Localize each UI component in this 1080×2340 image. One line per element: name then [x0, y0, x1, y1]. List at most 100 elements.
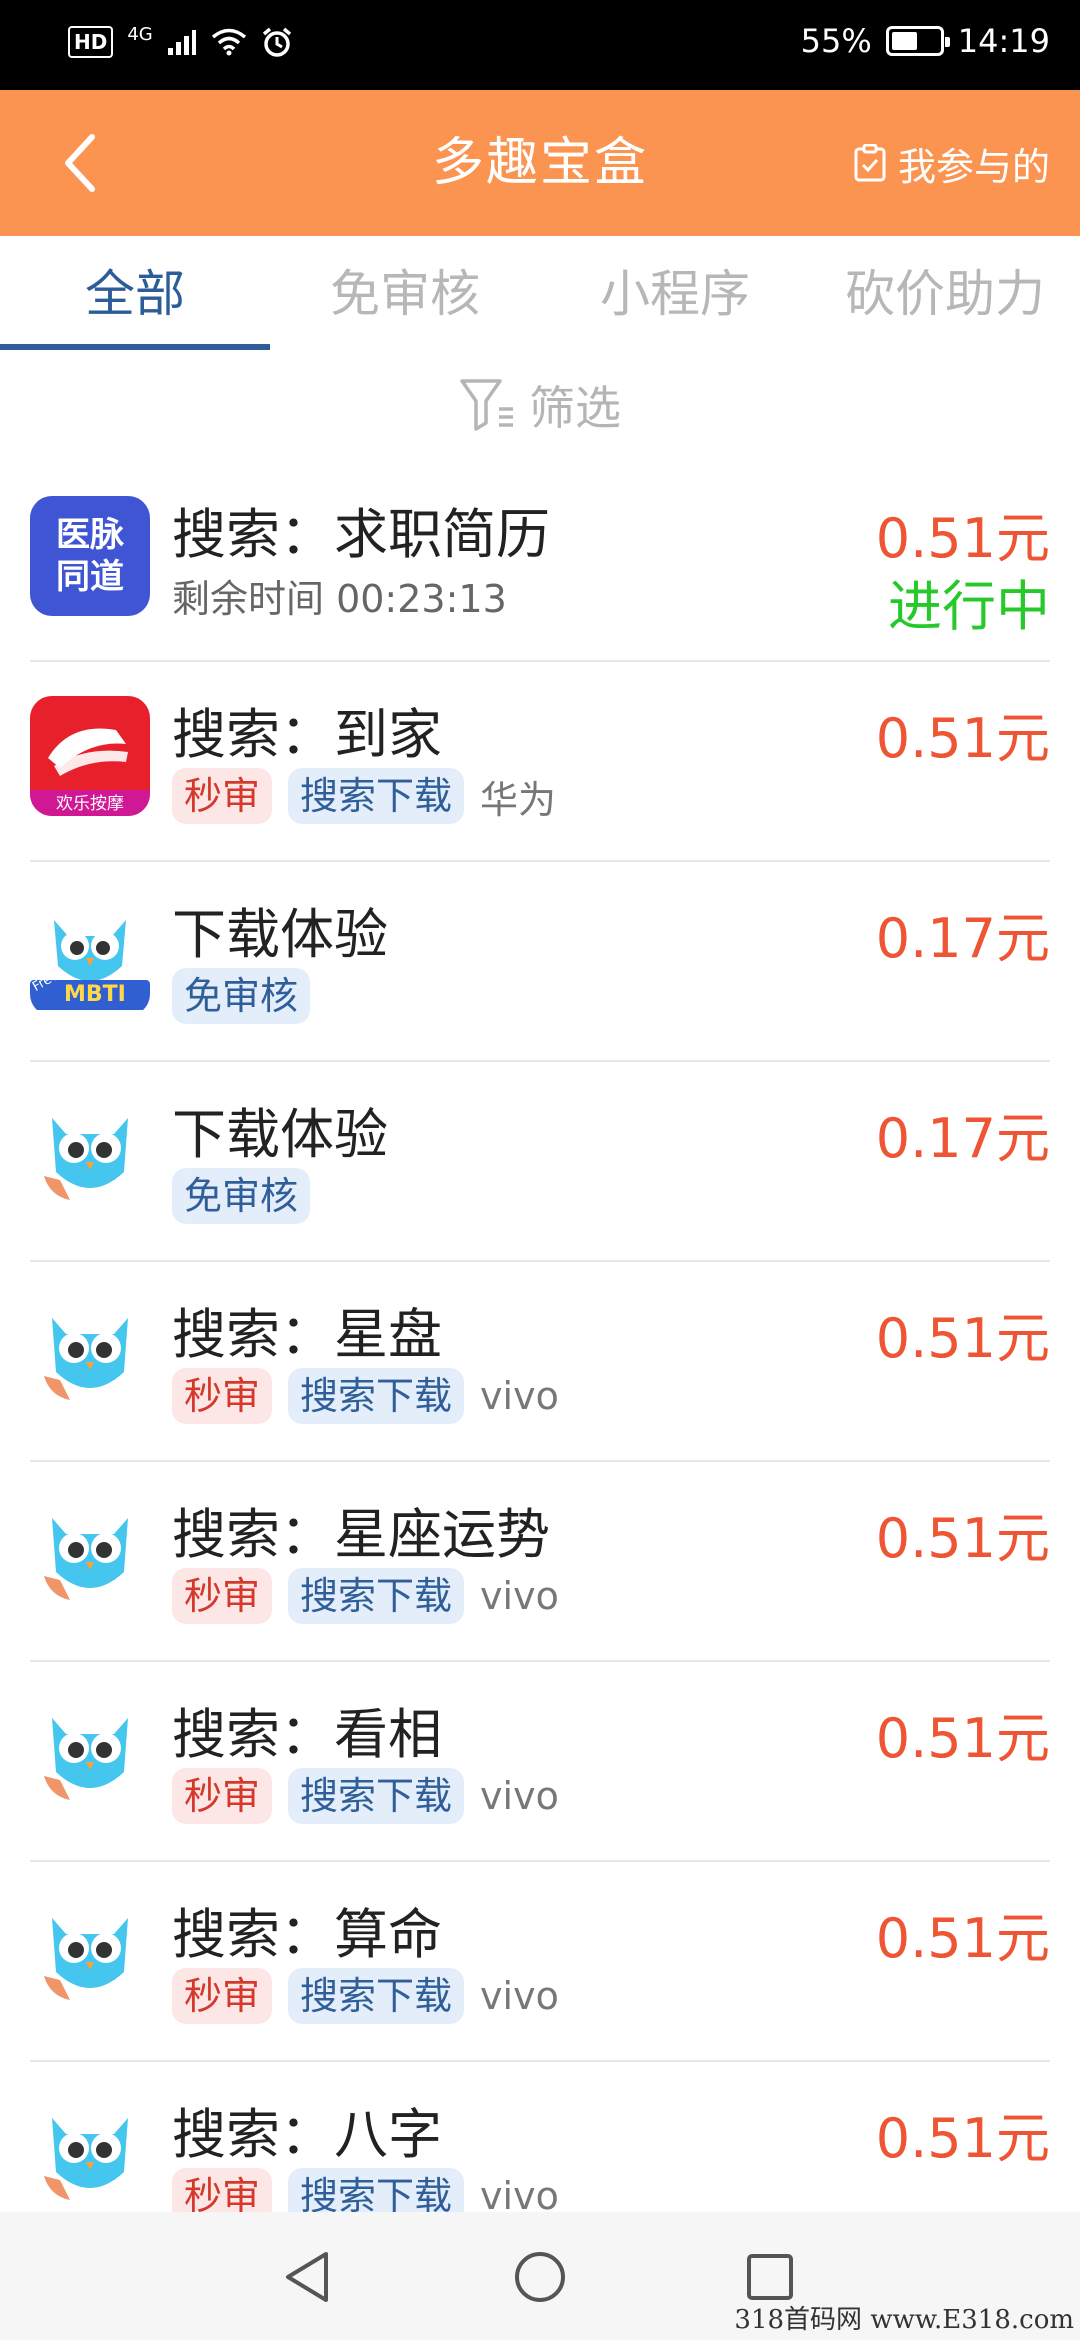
owl-icon [44, 1918, 128, 2000]
yimai-tongdao-app-icon: 医脉 同道 [30, 496, 150, 616]
tag-search-download: 搜索下载 [288, 1368, 465, 1424]
my-joined-label: 我参与的 [897, 144, 1050, 189]
circle-home-icon [515, 2252, 565, 2302]
owl-app-icon [30, 1896, 150, 2016]
platform-label: vivo [480, 1374, 559, 1418]
tab-bargain-help[interactable]: 砍价助力 [810, 236, 1080, 352]
owl-app-icon [30, 1096, 150, 1216]
tag-instant-review: 秒审 [172, 768, 273, 824]
task-item[interactable]: 欢乐按摩 搜索：到家 秒审 搜索下载 华为 0.51元 [0, 662, 1080, 862]
task-meta: 秒审 搜索下载 vivo [172, 1568, 559, 1624]
task-price: 0.51元 [875, 2107, 1050, 2170]
task-meta: 秒审 搜索下载 vivo [172, 1368, 559, 1424]
tag-instant-review: 秒审 [172, 1768, 273, 1824]
task-title: 搜索：算命 [172, 1903, 442, 1966]
task-price: 0.51元 [875, 1707, 1050, 1770]
owl-icon [44, 1118, 128, 1200]
battery-percent: 55% [800, 22, 872, 60]
my-joined-button[interactable]: 我参与的 [854, 130, 1050, 196]
filter-icon [460, 379, 513, 431]
task-list: 医脉 同道 搜索：求职简历 剩余时间 00:23:13 0.51元 进行中 欢乐… [0, 462, 1080, 2262]
owl-icon [44, 1318, 128, 1400]
tag-no-review: 免审核 [172, 1168, 311, 1224]
filter-button[interactable]: 筛选 [0, 360, 1080, 450]
task-item[interactable]: 下载体验 免审核 0.17元 [0, 1062, 1080, 1262]
alarm-icon [262, 27, 291, 57]
task-meta: 秒审 搜索下载 vivo [172, 1768, 559, 1824]
tag-search-download: 搜索下载 [288, 1968, 465, 2024]
platform-label: vivo [480, 1774, 559, 1818]
owl-app-icon [30, 2096, 150, 2216]
owl-icon [44, 2118, 128, 2200]
signal-icon [167, 30, 196, 55]
remaining-time: 剩余时间 00:23:13 [172, 577, 507, 621]
clipboard-check-icon [854, 144, 886, 182]
task-item[interactable]: Free MBTI 下载体验 免审核 0.17元 [0, 862, 1080, 1062]
nav-back-button[interactable] [272, 2242, 342, 2312]
active-tab-indicator [0, 344, 270, 350]
owl-app-icon [30, 1496, 150, 1616]
nav-home-button[interactable] [505, 2242, 575, 2312]
tag-instant-review: 秒审 [172, 1968, 273, 2024]
task-title: 搜索：星盘 [172, 1303, 442, 1366]
task-item[interactable]: 搜索：看相 秒审 搜索下载 vivo 0.51元 [0, 1662, 1080, 1862]
platform-label: vivo [480, 1974, 559, 2018]
task-price: 0.51元 [875, 1307, 1050, 1370]
task-meta: 剩余时间 00:23:13 [172, 568, 507, 623]
filter-label: 筛选 [529, 381, 621, 435]
task-item[interactable]: 搜索：算命 秒审 搜索下载 vivo 0.51元 [0, 1862, 1080, 2062]
tab-mini-program[interactable]: 小程序 [540, 236, 810, 352]
owl-icon [44, 1718, 128, 1800]
task-meta: 秒审 搜索下载 vivo [172, 1968, 559, 2024]
platform-label: 华为 [480, 777, 557, 822]
task-title: 搜索：八字 [172, 2103, 442, 2166]
back-button[interactable] [40, 123, 120, 203]
task-meta: 免审核 [172, 968, 311, 1024]
chevron-left-icon [65, 134, 95, 192]
tab-all[interactable]: 全部 [0, 236, 270, 352]
category-tabs: 全部 免审核 小程序 砍价助力 [0, 236, 1080, 352]
status-left: HD 4G [68, 23, 293, 58]
triangle-back-icon [286, 2252, 328, 2302]
hd-badge: HD [68, 26, 114, 58]
huanle-massage-app-icon: 欢乐按摩 [30, 696, 150, 816]
task-price: 0.17元 [875, 907, 1050, 970]
tab-no-review[interactable]: 免审核 [270, 236, 540, 352]
task-item[interactable]: 搜索：星盘 秒审 搜索下载 vivo 0.51元 [0, 1262, 1080, 1462]
clock: 14:19 [957, 22, 1050, 60]
task-item[interactable]: 搜索：星座运势 秒审 搜索下载 vivo 0.51元 [0, 1462, 1080, 1662]
task-item[interactable]: 医脉 同道 搜索：求职简历 剩余时间 00:23:13 0.51元 进行中 [0, 462, 1080, 662]
task-title: 搜索：看相 [172, 1703, 442, 1766]
icon-text: MBTI [64, 982, 126, 1007]
task-price: 0.51元 [875, 707, 1050, 770]
icon-text: 同道 [56, 557, 124, 597]
task-title: 下载体验 [172, 903, 388, 966]
task-title: 搜索：星座运势 [172, 1503, 550, 1566]
task-price: 0.51元 [875, 1507, 1050, 1570]
battery-fill [891, 32, 918, 50]
task-price: 0.51元 [875, 1907, 1050, 1970]
app-bar: 多趣宝盒 我参与的 [0, 90, 1080, 236]
owl-icon [44, 1518, 128, 1600]
icon-text: 医脉 [56, 515, 124, 555]
task-meta: 免审核 [172, 1168, 311, 1224]
icon-text: 欢乐按摩 [56, 794, 124, 814]
tag-search-download: 搜索下载 [288, 768, 465, 824]
task-title: 搜索：到家 [172, 703, 442, 766]
owl-app-icon [30, 1296, 150, 1416]
tag-instant-review: 秒审 [172, 1568, 273, 1624]
square-recents-icon [747, 2254, 793, 2300]
wifi-icon [211, 28, 246, 56]
tag-no-review: 免审核 [172, 968, 311, 1024]
tag-search-download: 搜索下载 [288, 1768, 465, 1824]
network-type: 4G [127, 23, 153, 45]
task-title: 搜索：求职简历 [172, 503, 550, 566]
platform-label: vivo [480, 1574, 559, 1618]
watermark: 318首码网 www.E318.com [734, 2305, 1074, 2335]
tag-instant-review: 秒审 [172, 1368, 273, 1424]
mbti-owl-app-icon: Free MBTI [30, 896, 150, 1016]
task-status: 进行中 [888, 575, 1050, 638]
task-meta: 秒审 搜索下载 华为 [172, 768, 556, 824]
status-bar: HD 4G 55% 14:19 [0, 0, 1080, 90]
status-right: 55% 14:19 [801, 22, 1050, 60]
